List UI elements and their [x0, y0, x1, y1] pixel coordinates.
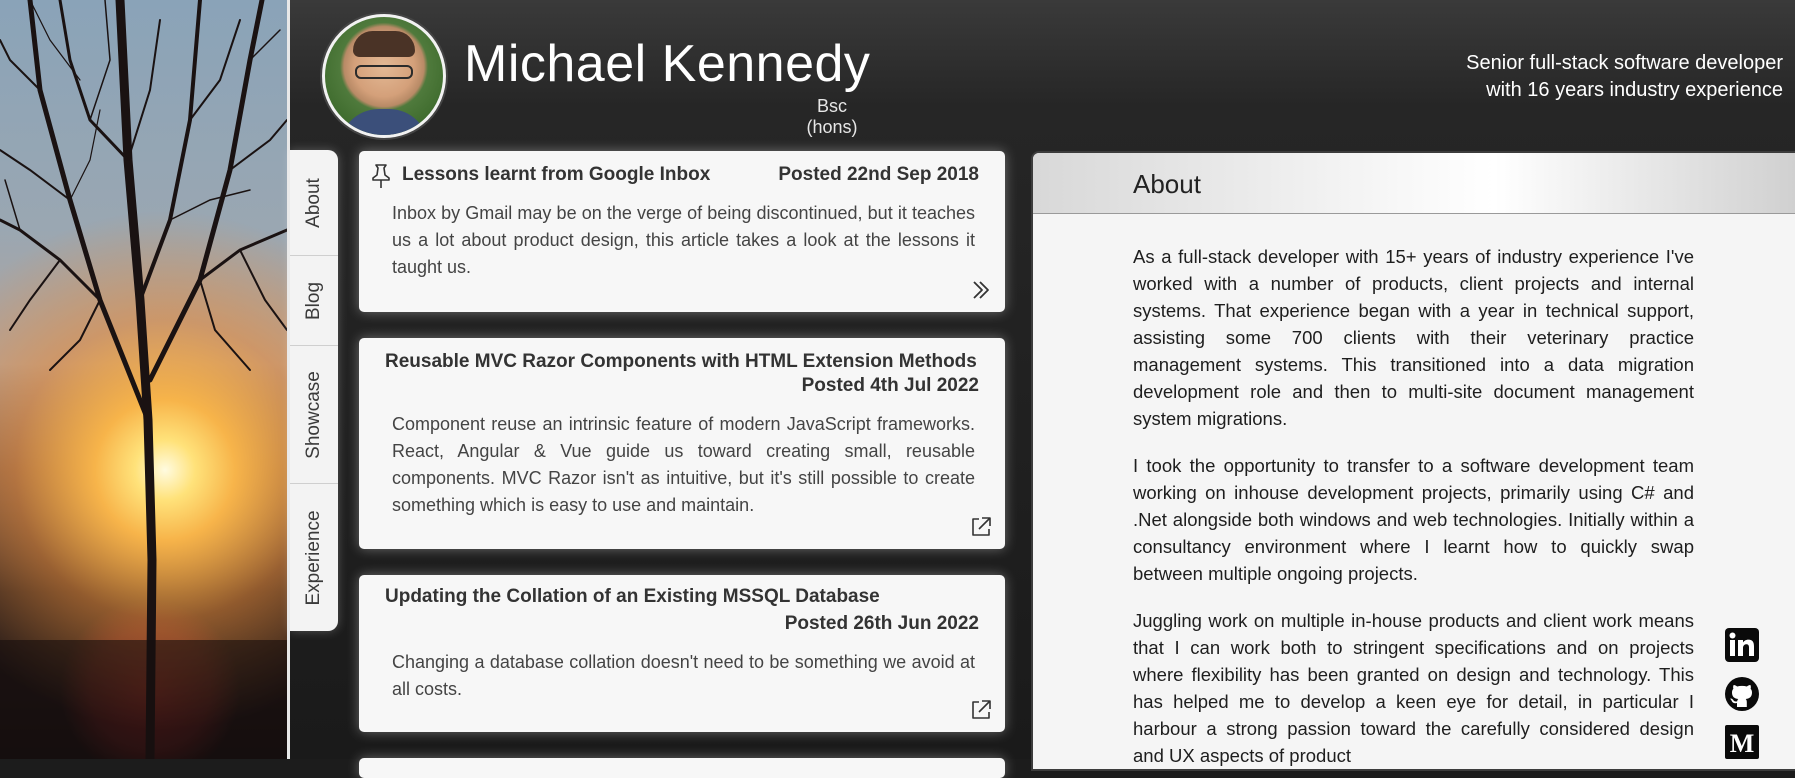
post-excerpt: Changing a database collation doesn't ne…	[392, 652, 975, 699]
svg-text:M: M	[1730, 729, 1755, 758]
external-link-icon[interactable]	[969, 698, 993, 722]
about-paragraph: As a full-stack developer with 15+ years…	[1133, 246, 1694, 429]
post-date: Posted 4th Jul 2022	[801, 375, 979, 396]
profile-avatar	[322, 14, 446, 138]
blog-post-card[interactable]: Updating the Collation of an Existing MS…	[359, 575, 1005, 732]
tagline-line-2: with 16 years industry experience	[1486, 79, 1783, 101]
tab-blog-label: Blog	[303, 281, 324, 320]
profile-name: Michael Kennedy	[464, 35, 871, 93]
post-title[interactable]: Reusable MVC Razor Components with HTML …	[385, 348, 979, 375]
about-body: As a full-stack developer with 15+ years…	[1133, 243, 1694, 769]
about-panel-header: About	[1033, 153, 1795, 214]
sunset-tree-photo	[0, 0, 287, 759]
post-excerpt: Component reuse an intrinsic feature of …	[392, 414, 975, 515]
post-excerpt: Inbox by Gmail may be on the verge of be…	[392, 203, 975, 277]
linkedin-icon[interactable]	[1724, 627, 1760, 663]
tab-blog[interactable]: Blog	[290, 256, 338, 346]
post-title[interactable]: Lessons learnt from Google Inbox	[402, 164, 710, 186]
pin-icon	[372, 164, 390, 188]
vertical-tab-bar: About Blog Showcase Experience	[290, 150, 338, 631]
tab-experience-label: Experience	[303, 509, 324, 606]
github-icon[interactable]	[1724, 676, 1760, 712]
tab-experience[interactable]: Experience	[290, 484, 338, 631]
main-area: Michael Kennedy Bsc (hons) Senior full-s…	[290, 0, 1795, 778]
profile-tagline: Senior full-stack software developer wit…	[1383, 50, 1783, 104]
about-paragraph: I took the opportunity to transfer to a …	[1133, 455, 1694, 584]
blog-post-card[interactable]	[359, 758, 1005, 778]
post-date: Posted 22nd Sep 2018	[778, 164, 979, 185]
about-title: About	[1133, 169, 1201, 199]
tab-showcase-label: Showcase	[303, 370, 324, 459]
tab-showcase[interactable]: Showcase	[290, 346, 338, 484]
about-paragraph: Juggling work on multiple in-house produ…	[1133, 610, 1694, 766]
post-title[interactable]: Updating the Collation of an Existing MS…	[385, 586, 880, 608]
external-link-icon[interactable]	[969, 515, 993, 539]
blog-post-card[interactable]: Lessons learnt from Google Inbox Posted …	[359, 151, 1005, 312]
post-date: Posted 26th Jun 2022	[784, 613, 979, 634]
tree-silhouette	[0, 0, 287, 759]
profile-degree: Bsc (hons)	[806, 96, 858, 137]
double-chevron-right-icon[interactable]	[969, 278, 993, 302]
tab-about-label: About	[303, 177, 324, 228]
tab-about[interactable]: About	[290, 150, 338, 256]
tagline-line-1: Senior full-stack software developer	[1466, 52, 1783, 74]
blog-post-card[interactable]: Reusable MVC Razor Components with HTML …	[359, 338, 1005, 549]
medium-icon[interactable]: M	[1724, 724, 1760, 760]
about-panel: About As a full-stack developer with 15+…	[1031, 151, 1795, 771]
